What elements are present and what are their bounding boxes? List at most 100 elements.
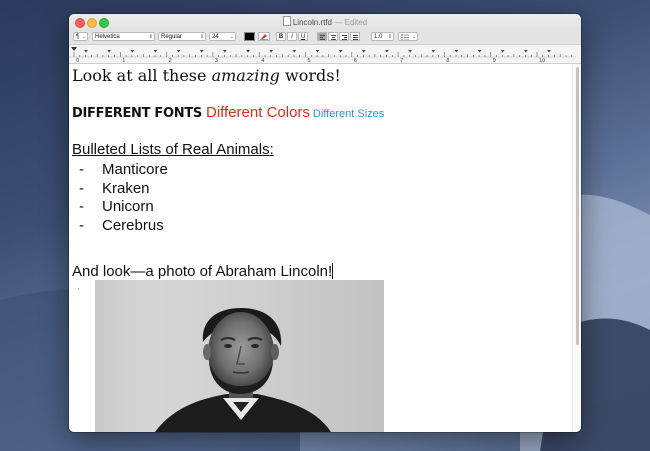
tab-stop-marker[interactable] [269, 50, 273, 53]
tab-stop-marker[interactable] [338, 50, 343, 53]
line-amazing-words: Look at all these amazing words! [72, 66, 341, 85]
ruler-label: 0 [76, 58, 79, 63]
align-left-button[interactable] [317, 32, 327, 41]
paragraph-style-label: ¶ [76, 34, 80, 40]
tab-stop-marker[interactable] [477, 50, 482, 53]
different-colors-text: Different Colors [205, 104, 310, 121]
tab-stop-marker[interactable] [246, 50, 250, 53]
text-run: Look at all these [72, 66, 212, 85]
tab-stop-marker[interactable] [500, 50, 505, 53]
chevron-updown-icon: ⇕ [199, 34, 204, 40]
highlighter-icon [260, 34, 268, 40]
tab-stop-marker[interactable] [107, 50, 111, 53]
list-bullets-icon [401, 34, 409, 40]
tab-stop-marker[interactable] [292, 50, 297, 53]
list-marker: - [79, 198, 84, 215]
ruler-label: 8 [446, 58, 449, 63]
chevron-updown-icon: ⇕ [148, 34, 153, 40]
list-style-popup[interactable]: ⌄ [398, 32, 418, 41]
tab-stop-marker[interactable] [362, 50, 366, 53]
window-title: Lincoln.rtfd — Edited [69, 16, 581, 27]
chevron-updown-icon: ⇕ [387, 34, 392, 40]
font-size-value: 24 [212, 34, 219, 40]
tab-stop-marker[interactable] [454, 50, 459, 53]
attachment-marker: · [77, 284, 80, 293]
indent-marker[interactable] [71, 47, 77, 51]
align-center-button[interactable] [328, 32, 338, 41]
list-marker: - [79, 180, 84, 197]
scroll-thumb[interactable] [576, 67, 579, 345]
align-left-icon [320, 35, 325, 40]
tab-stop-marker[interactable] [315, 50, 320, 53]
document-icon [282, 16, 291, 26]
tab-stop-marker[interactable] [84, 50, 88, 53]
ruler-label: 1 [122, 58, 125, 63]
background-color-button[interactable] [258, 32, 270, 41]
ruler-label: 4 [261, 58, 264, 63]
lincoln-photo[interactable] [95, 280, 384, 432]
tab-stop-marker[interactable] [199, 50, 204, 53]
align-right-button[interactable] [339, 32, 349, 41]
ruler-label: 9 [493, 58, 496, 63]
ruler[interactable]: 0 1 2 3 4 5 6 7 8 9 10 [69, 45, 581, 64]
font-family-popup[interactable]: Helvetica ⇕ [92, 32, 155, 41]
paragraph-style-popup[interactable]: ¶ ⌄ [73, 32, 88, 41]
justify-icon [353, 35, 358, 40]
portrait-image [155, 308, 331, 432]
window-title-text: Lincoln.rtfd [292, 18, 332, 27]
vertical-scrollbar[interactable] [572, 64, 581, 432]
ruler-label: 5 [308, 58, 311, 63]
align-right-icon [342, 35, 347, 40]
tab-stop-marker[interactable] [130, 50, 135, 53]
list-heading: Bulleted Lists of Real Animals: [72, 141, 274, 158]
line-photo-intro: And look—a photo of Abraham Lincoln! [72, 263, 334, 280]
tab-stop-marker[interactable] [176, 50, 181, 53]
different-sizes-text: Different Sizes [312, 108, 385, 120]
document-text-area[interactable]: Look at all these amazing words! DIFFERE… [69, 64, 572, 432]
ruler-scale: 0 1 2 3 4 5 6 7 8 9 10 [69, 47, 574, 64]
tab-stop-marker[interactable] [385, 50, 389, 53]
ruler-label: 6 [354, 58, 357, 63]
list-item-text: Kraken [102, 180, 150, 197]
text-color-well[interactable] [244, 32, 255, 41]
list-marker: - [79, 161, 84, 178]
text-run: words! [279, 66, 341, 85]
chevron-down-icon: ⌄ [229, 34, 234, 40]
tab-stop-marker[interactable] [408, 50, 412, 53]
align-center-icon [331, 35, 336, 40]
title-bar[interactable]: Lincoln.rtfd — Edited [69, 14, 581, 30]
edited-status: — Edited [334, 18, 368, 27]
photo-intro-text: And look—a photo of Abraham Lincoln! [72, 263, 333, 280]
chevron-updown-icon: ⌄ [81, 34, 86, 40]
tab-stop-marker[interactable] [223, 50, 227, 53]
tab-stop-marker[interactable] [524, 50, 528, 53]
justify-button[interactable] [350, 32, 360, 41]
bold-button[interactable]: B [276, 32, 286, 41]
chevron-down-icon: ⌄ [411, 34, 416, 40]
italic-button[interactable]: I [287, 32, 297, 41]
list-item-text: Cerebrus [102, 217, 164, 234]
font-family-label: Helvetica [95, 34, 120, 40]
ruler-label: 2 [169, 58, 172, 63]
ruler-label: 3 [215, 58, 218, 63]
list-item-text: Unicorn [102, 198, 154, 215]
text-cursor [332, 263, 334, 279]
underline-button[interactable]: U [298, 32, 308, 41]
list-item: - Unicorn [79, 198, 154, 215]
different-fonts-text: DIFFERENT FONTS [72, 106, 202, 121]
line-spacing-value: 1.0 [374, 34, 383, 40]
line-fonts-colors-sizes: DIFFERENT FONTS Different Colors Different… [72, 104, 384, 122]
line-spacing-popup[interactable]: 1.0 ⇕ [371, 32, 394, 41]
tab-stop-marker[interactable] [153, 50, 158, 53]
font-style-popup[interactable]: Regular ⇕ [158, 32, 206, 41]
list-item: - Cerebrus [79, 217, 164, 234]
tab-stop-marker[interactable] [431, 50, 436, 53]
format-toolbar: ¶ ⌄ Helvetica ⇕ Regular ⇕ 24 ⌄ B I U 1.0… [69, 30, 581, 45]
list-item-text: Manticore [102, 161, 168, 178]
ruler-label: 10 [539, 58, 545, 63]
tab-stop-marker[interactable] [547, 50, 551, 53]
list-item: - Kraken [79, 180, 150, 197]
font-style-label: Regular [161, 34, 183, 40]
font-size-field[interactable]: 24 ⌄ [209, 32, 236, 41]
ruler-label: 7 [400, 58, 403, 63]
